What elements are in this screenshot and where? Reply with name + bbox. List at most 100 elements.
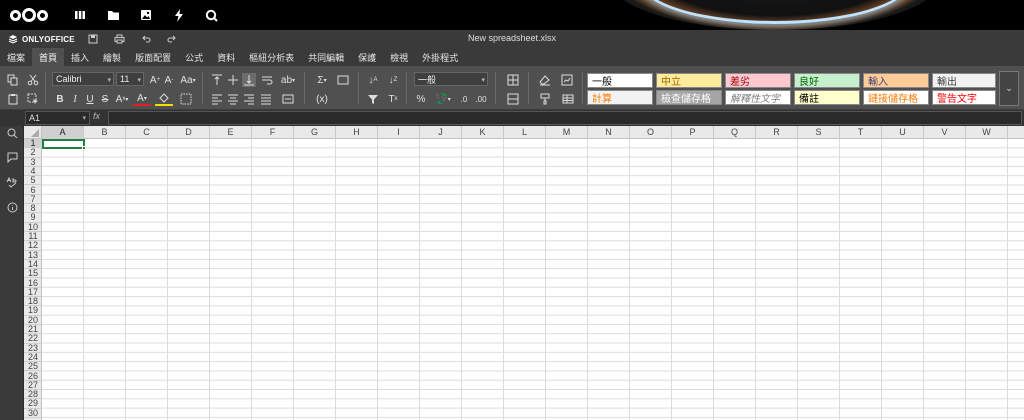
percent-icon[interactable]: %: [414, 92, 428, 106]
underline-icon[interactable]: U: [83, 92, 97, 106]
tab-view[interactable]: 檢視: [383, 48, 415, 66]
column-header-n[interactable]: N: [588, 126, 630, 139]
tab-file[interactable]: 檔案: [0, 48, 32, 66]
photos-icon[interactable]: [138, 7, 154, 23]
clear-icon[interactable]: [536, 73, 554, 87]
info-icon[interactable]: [5, 200, 19, 214]
more-styles-button[interactable]: ⌄: [999, 71, 1019, 106]
tab-plugins[interactable]: 外掛程式: [415, 48, 465, 66]
nextcloud-logo[interactable]: [10, 8, 48, 22]
decrease-font-icon[interactable]: A-: [162, 73, 176, 87]
increase-font-icon[interactable]: A +: [148, 73, 162, 87]
align-top-icon[interactable]: [210, 73, 224, 87]
fill-handle[interactable]: [82, 146, 86, 150]
cell-style-normal[interactable]: 一般: [587, 73, 653, 88]
column-header-a[interactable]: A: [42, 126, 84, 139]
merge-cells-icon[interactable]: [279, 92, 297, 106]
activity-icon[interactable]: [171, 7, 187, 23]
tab-insert[interactable]: 插入: [64, 48, 96, 66]
spreadsheet-grid[interactable]: ABCDEFGHIJKLMNOPQRSTUVW 1 2 3 4 5 6 7 8 9 10 11 12 1…: [24, 126, 1024, 420]
column-header-p[interactable]: P: [672, 126, 714, 139]
column-header-r[interactable]: R: [756, 126, 798, 139]
column-header-d[interactable]: D: [168, 126, 210, 139]
column-header-b[interactable]: B: [84, 126, 126, 139]
cell-style-check-cell[interactable]: 檢查儲存格: [656, 90, 722, 105]
formula-input[interactable]: [108, 111, 1022, 125]
increase-decimal-icon[interactable]: .00: [473, 92, 489, 106]
cell-style-explanatory[interactable]: 解釋性文字: [725, 90, 791, 105]
copy-icon[interactable]: [6, 73, 20, 87]
named-ranges-icon[interactable]: [334, 73, 352, 87]
search-icon[interactable]: [203, 7, 219, 23]
delete-cells-icon[interactable]: [503, 92, 523, 106]
tab-protection[interactable]: 保護: [351, 48, 383, 66]
active-cell-cursor[interactable]: [42, 139, 86, 150]
sort-descending-icon[interactable]: ↓ Z: [386, 73, 400, 87]
change-case-icon[interactable]: Aa ▾: [178, 73, 198, 87]
insert-cells-icon[interactable]: [503, 73, 523, 87]
cell-style-input[interactable]: 輸入: [863, 73, 929, 88]
column-header-l[interactable]: L: [504, 126, 546, 139]
column-header-v[interactable]: V: [924, 126, 966, 139]
cell-style-linked-cell[interactable]: 鏈接儲存格: [863, 90, 929, 105]
cut-icon[interactable]: [26, 73, 40, 87]
spellcheck-icon[interactable]: [5, 175, 19, 189]
tab-draw[interactable]: 繪製: [96, 48, 128, 66]
clear-filter-icon[interactable]: Tx: [386, 92, 400, 106]
column-header-w[interactable]: W: [966, 126, 1008, 139]
cell-style-good[interactable]: 良好: [794, 73, 860, 88]
column-header-s[interactable]: S: [798, 126, 840, 139]
cell-style-bad[interactable]: 差劣: [725, 73, 791, 88]
copy-style-icon[interactable]: [536, 92, 554, 106]
column-header-u[interactable]: U: [882, 126, 924, 139]
filter-icon[interactable]: [366, 92, 380, 106]
search-icon[interactable]: [5, 126, 19, 140]
sort-ascending-icon[interactable]: ↓ A: [366, 73, 380, 87]
cell-style-warning[interactable]: 警告文字: [932, 90, 996, 105]
paste-icon[interactable]: [6, 92, 20, 106]
column-header-k[interactable]: K: [462, 126, 504, 139]
insert-function-icon[interactable]: (x): [312, 92, 332, 106]
italic-icon[interactable]: I: [68, 92, 82, 106]
cell-style-calculation[interactable]: 計算: [587, 90, 653, 105]
column-header-c[interactable]: C: [126, 126, 168, 139]
bold-icon[interactable]: B: [53, 92, 67, 106]
align-middle-icon[interactable]: [226, 73, 240, 87]
align-right-icon[interactable]: [242, 92, 256, 106]
wrap-text-icon[interactable]: [259, 73, 275, 87]
column-header-f[interactable]: F: [252, 126, 294, 139]
dashboard-icon[interactable]: [72, 7, 88, 23]
decrease-decimal-icon[interactable]: .0: [456, 92, 472, 106]
tab-home[interactable]: 首頁: [32, 48, 65, 66]
cell-style-neutral[interactable]: 中立: [656, 73, 722, 88]
function-icon[interactable]: fx: [93, 111, 100, 121]
fill-color-icon[interactable]: [155, 92, 173, 106]
tab-formula[interactable]: 公式: [178, 48, 210, 66]
conditional-formatting-icon[interactable]: [558, 73, 576, 87]
tab-layout[interactable]: 版面配置: [128, 48, 178, 66]
tab-pivot-table[interactable]: 樞紐分析表: [242, 48, 301, 66]
align-left-icon[interactable]: [210, 92, 224, 106]
name-box[interactable]: A1 ▾: [25, 111, 90, 125]
align-bottom-icon[interactable]: [242, 73, 256, 87]
column-header-q[interactable]: Q: [714, 126, 756, 139]
files-icon[interactable]: [105, 7, 121, 23]
orientation-icon[interactable]: ab ▾: [279, 73, 297, 87]
tab-collaboration[interactable]: 共同編輯: [301, 48, 351, 66]
font-name-select[interactable]: Calibri ▾: [52, 72, 114, 86]
column-header-h[interactable]: H: [336, 126, 378, 139]
autosum-icon[interactable]: Σ ▾: [312, 73, 332, 87]
font-color-icon[interactable]: A ▾: [133, 92, 151, 106]
number-format-select[interactable]: 一般 ▾: [414, 72, 488, 86]
column-header-t[interactable]: T: [840, 126, 882, 139]
borders-icon[interactable]: [177, 92, 195, 106]
strikethrough-icon[interactable]: S: [98, 92, 112, 106]
column-header-m[interactable]: M: [546, 126, 588, 139]
row-header-30[interactable]: 30: [24, 408, 42, 418]
align-center-icon[interactable]: [226, 92, 240, 106]
column-header-g[interactable]: G: [294, 126, 336, 139]
justify-icon[interactable]: [259, 92, 273, 106]
font-size-select[interactable]: 11 ▾: [116, 72, 144, 86]
column-header-i[interactable]: I: [378, 126, 420, 139]
column-header-o[interactable]: O: [630, 126, 672, 139]
